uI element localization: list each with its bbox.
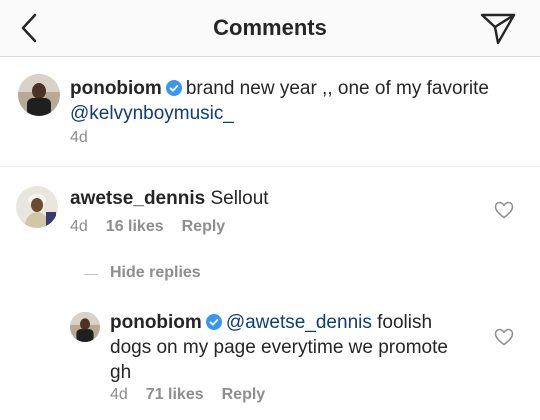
caption-avatar[interactable] [18, 74, 60, 116]
reply-avatar[interactable] [70, 312, 100, 342]
hide-replies-label: Hide replies [110, 264, 201, 281]
send-icon [480, 13, 516, 45]
comment-body: Sellout [210, 188, 269, 209]
comment-like-button[interactable] [494, 201, 514, 219]
avatar-image [16, 186, 58, 228]
reply-timestamp: 4d [110, 386, 128, 403]
comment-timestamp: 4d [70, 218, 88, 235]
reply-like-button[interactable] [494, 328, 514, 346]
comment-avatar[interactable] [16, 186, 58, 228]
caption-text: ponobiom brand new year ,, one of my favo… [70, 76, 510, 126]
header-bar: Comments [0, 0, 540, 57]
caption-divider [0, 166, 540, 167]
comment-reply-button[interactable]: Reply [182, 218, 226, 235]
verified-badge-icon [165, 80, 182, 96]
page-title: Comments [213, 15, 327, 40]
reply-reply-button[interactable]: Reply [222, 386, 266, 403]
caption-mention[interactable]: @kelvynboymusic_ [70, 103, 234, 124]
reply-meta: 4d 71 likes Reply [110, 386, 283, 404]
avatar-image [18, 74, 60, 116]
caption-body: brand new year ,, one of my favorite [185, 78, 489, 99]
reply-likes-count[interactable]: 71 likes [146, 386, 204, 403]
caption-meta: 4d [70, 129, 106, 147]
reply-mention[interactable]: @awetse_dennis [226, 312, 372, 333]
comment-likes-count[interactable]: 16 likes [106, 218, 164, 235]
reply-username[interactable]: ponobiom [110, 312, 202, 333]
comment-meta: 4d 16 likes Reply [70, 218, 243, 236]
reply-text: ponobiom @awetse_dennis foolish dogs on m… [110, 310, 460, 385]
comment-username[interactable]: awetse_dennis [70, 188, 205, 209]
share-button[interactable] [478, 10, 518, 46]
heart-icon [494, 328, 514, 346]
heart-icon [494, 201, 514, 219]
comment-text: awetse_dennis Sellout [70, 186, 470, 211]
hide-replies-line [84, 274, 98, 275]
avatar-image [70, 312, 100, 342]
verified-badge-icon [205, 314, 222, 330]
caption-username[interactable]: ponobiom [70, 78, 162, 99]
caption-timestamp: 4d [70, 129, 88, 146]
